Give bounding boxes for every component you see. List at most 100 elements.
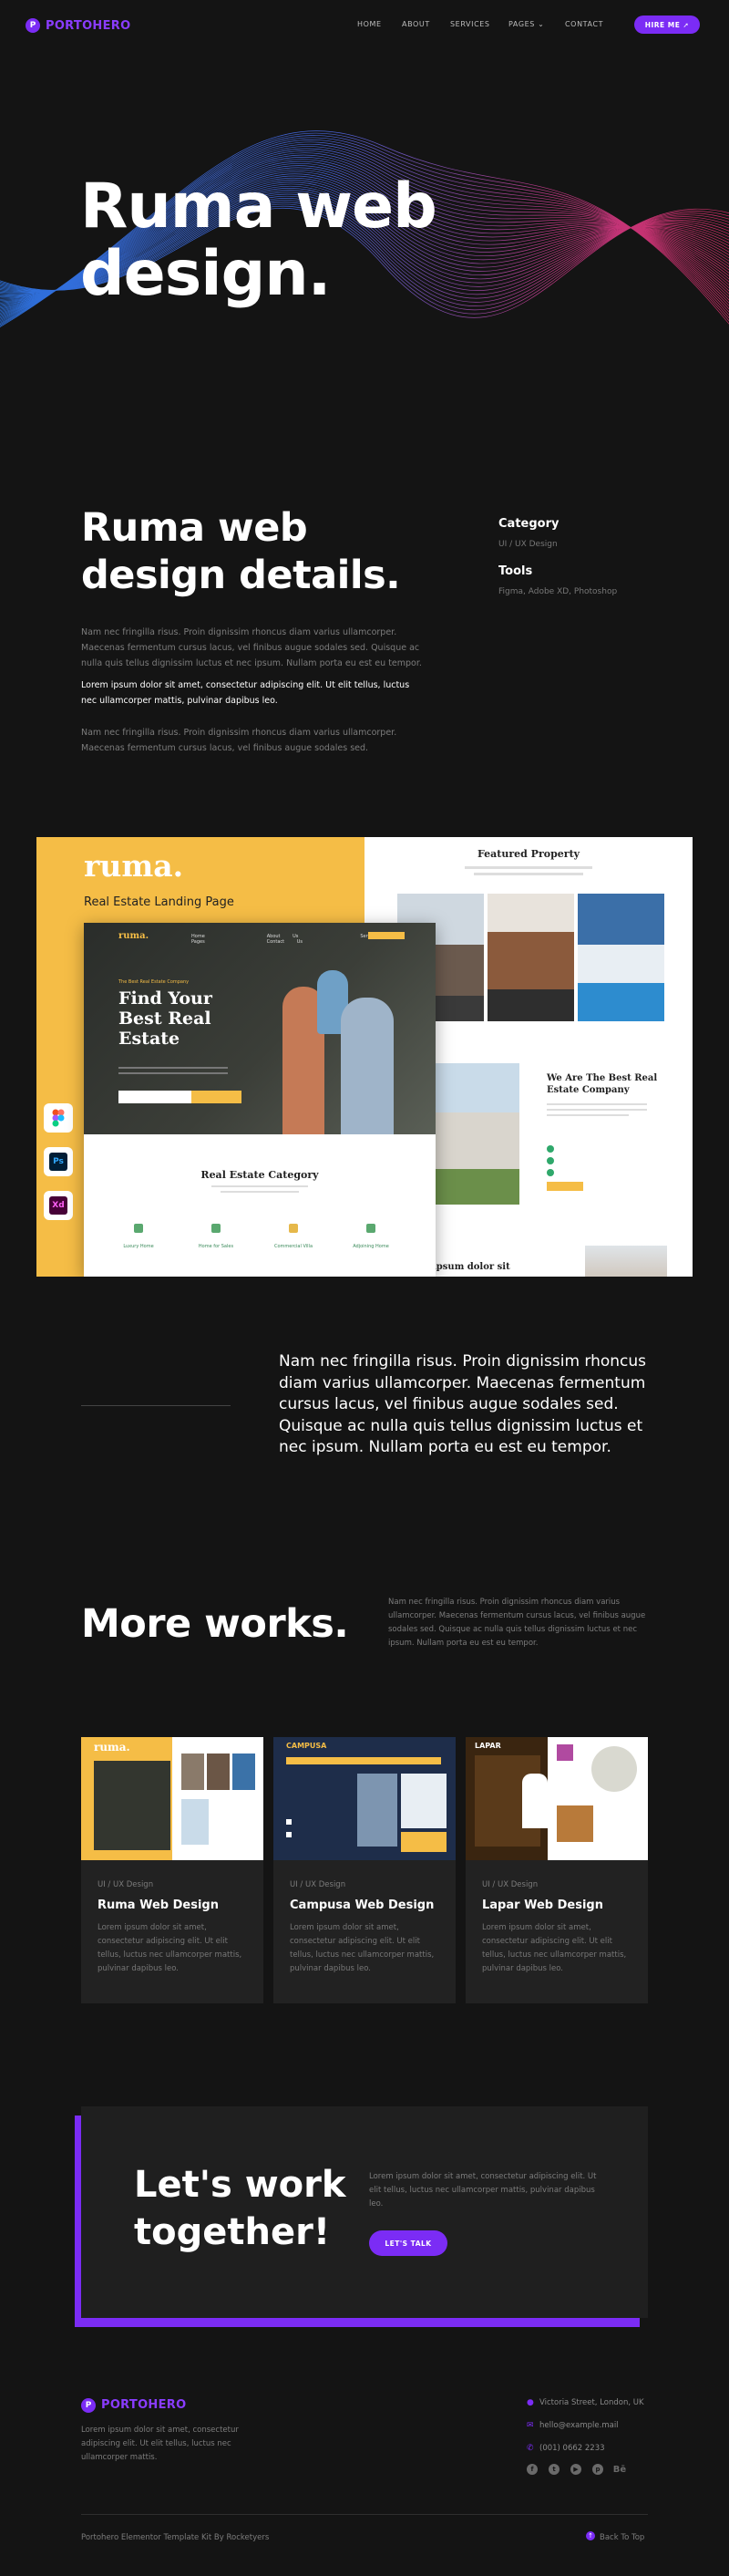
work-card-title[interactable]: Lapar Web Design (482, 1898, 603, 1912)
landing-page-mockup: ruma. Home About Us Services Pages Conta… (84, 923, 436, 1277)
work-card-title[interactable]: Campusa Web Design (290, 1898, 434, 1912)
work-card[interactable]: ruma. UI / UX Design Ruma Web Design Lor… (81, 1737, 263, 2003)
property-photo (578, 894, 664, 1021)
nav-contact[interactable]: CONTACT (565, 20, 603, 28)
logo-text[interactable]: PORTOHERO (46, 19, 130, 33)
photoshop-icon: Ps (44, 1147, 73, 1176)
company-text-line (547, 1114, 629, 1116)
mockup-category-item: Home for Sales (198, 1244, 234, 1249)
nav-services[interactable]: SERVICES (450, 20, 490, 28)
home-icon (134, 1224, 143, 1233)
thumb-box (401, 1832, 447, 1852)
home-icon (211, 1224, 221, 1233)
footer-phone[interactable]: (001) 0662 2233 (539, 2444, 605, 2453)
showcase-brand: ruma. (84, 848, 184, 884)
thumb-banner (286, 1757, 441, 1764)
work-card-title[interactable]: Ruma Web Design (98, 1898, 219, 1912)
logo-icon[interactable]: P (26, 18, 40, 33)
thumb-mock (94, 1761, 170, 1850)
mockup-text-line (118, 1067, 228, 1069)
nav-about[interactable]: ABOUT (402, 20, 430, 28)
check-icon (547, 1157, 554, 1164)
mockup-input (118, 1091, 191, 1103)
cta-section: Let's work together! Lorem ipsum dolor s… (81, 2106, 648, 2318)
showcase-subtitle: Real Estate Landing Page (84, 895, 234, 909)
thumb-brand: CAMPUSA (286, 1742, 327, 1750)
footer-description: Lorem ipsum dolor sit amet, consectetur … (81, 2426, 239, 2462)
details-paragraph-2: Lorem ipsum dolor sit amet, consectetur … (81, 680, 410, 706)
behance-icon[interactable]: Bē (613, 2464, 626, 2475)
mockup-text-line (211, 1185, 308, 1187)
company-text-line (547, 1109, 647, 1111)
navbar: P PORTOHERO HOME ABOUT SERVICES PAGES ⌄ … (0, 0, 729, 51)
company-photo (433, 1063, 519, 1205)
mockup-category-item: Adjoining Home (353, 1244, 389, 1249)
hero-title-line1: Ruma web (80, 171, 437, 243)
thumb-photo (357, 1774, 397, 1847)
footer-email[interactable]: hello@example.mail (539, 2421, 619, 2430)
facebook-icon[interactable]: f (527, 2464, 538, 2475)
pinterest-icon[interactable]: p (592, 2464, 603, 2475)
details-title-line2: design details. (81, 553, 401, 598)
work-card[interactable]: CAMPUSA UI / UX Design Campusa Web Desig… (273, 1737, 456, 2003)
work-card[interactable]: LAPAR UI / UX Design Lapar Web Design Lo… (466, 1737, 648, 2003)
tools-label: Tools (498, 564, 533, 578)
xd-badge-text: Xd (49, 1196, 67, 1215)
youtube-icon[interactable]: ▶ (570, 2464, 581, 2475)
villa-icon (289, 1224, 298, 1233)
cta-title-line1: Let's work (134, 2164, 346, 2206)
details-paragraph-1: Nam nec fringilla risus. Proin dignissim… (81, 627, 422, 668)
thumb-dish (591, 1746, 637, 1792)
footer-logo-icon[interactable]: P (81, 2398, 96, 2413)
nav-pages[interactable]: PAGES ⌄ (508, 20, 544, 28)
thumb-photo (207, 1754, 230, 1790)
footer-copyright: Portohero Elementor Template Kit By Rock… (81, 2533, 270, 2542)
arrow-up-icon[interactable]: ↑ (586, 2531, 595, 2540)
nav-pages-label: PAGES (508, 20, 535, 28)
mockup-button (368, 932, 405, 939)
details-title: Ruma web design details. (81, 504, 401, 599)
hire-me-button[interactable]: HIRE ME ➚ (634, 16, 700, 34)
nav-home[interactable]: HOME (357, 20, 382, 28)
hero-title-line2: design. (80, 238, 332, 310)
mockup-category-title: Real Estate Category (200, 1169, 319, 1181)
more-works-paragraph: Nam nec fringilla risus. Proin dignissim… (388, 1598, 646, 1648)
thumb-photo (557, 1805, 593, 1842)
mockup-hero-title: Find Your Best Real Estate (118, 988, 212, 1049)
cta-title-line2: together! (134, 2211, 331, 2253)
category-value: UI / UX Design (498, 540, 558, 549)
thumb-dot (286, 1832, 292, 1837)
thumb-chef (522, 1774, 548, 1828)
divider-line (81, 1405, 231, 1406)
footer-logo-text[interactable]: PORTOHERO (101, 2398, 186, 2412)
company-text-line (547, 1103, 647, 1105)
work-card-thumbnail[interactable]: CAMPUSA (273, 1737, 456, 1860)
hero-title: Ruma web design. (80, 173, 499, 308)
home-icon (366, 1224, 375, 1233)
quote-text: Nam nec fringilla risus. Proin dignissim… (279, 1352, 647, 1456)
lets-talk-button[interactable]: LET'S TALK (369, 2230, 447, 2256)
work-card-tag: UI / UX Design (98, 1880, 154, 1889)
mail-icon: ✉ (527, 2421, 534, 2430)
thumb-photo (181, 1754, 204, 1790)
back-to-top-link[interactable]: Back To Top (600, 2533, 644, 2542)
work-card-tag: UI / UX Design (290, 1880, 346, 1889)
work-card-thumbnail[interactable]: LAPAR (466, 1737, 648, 1860)
work-card-description: Lorem ipsum dolor sit amet, consectetur … (290, 1923, 435, 1973)
check-icon (547, 1145, 554, 1153)
details-paragraph-3: Nam nec fringilla risus. Proin dignissim… (81, 728, 397, 753)
mockup-hero-kicker: The Best Real Estate Company (118, 979, 190, 985)
project-showcase-image: ruma. Real Estate Landing Page Ps Xd Fea… (36, 837, 693, 1277)
mockup-category-item: Luxury Home (123, 1244, 154, 1249)
company-button (547, 1182, 583, 1191)
work-card-tag: UI / UX Design (482, 1880, 539, 1889)
featured-text-line (465, 866, 592, 869)
twitter-icon[interactable]: t (549, 2464, 560, 2475)
work-card-thumbnail[interactable]: ruma. (81, 1737, 263, 1860)
phone-icon: ✆ (527, 2444, 534, 2453)
category-label: Category (498, 517, 560, 531)
footer-divider (81, 2514, 648, 2515)
featured-text-line (474, 873, 583, 875)
thumb-brand: LAPAR (475, 1742, 501, 1750)
thumb-photo (401, 1774, 447, 1828)
